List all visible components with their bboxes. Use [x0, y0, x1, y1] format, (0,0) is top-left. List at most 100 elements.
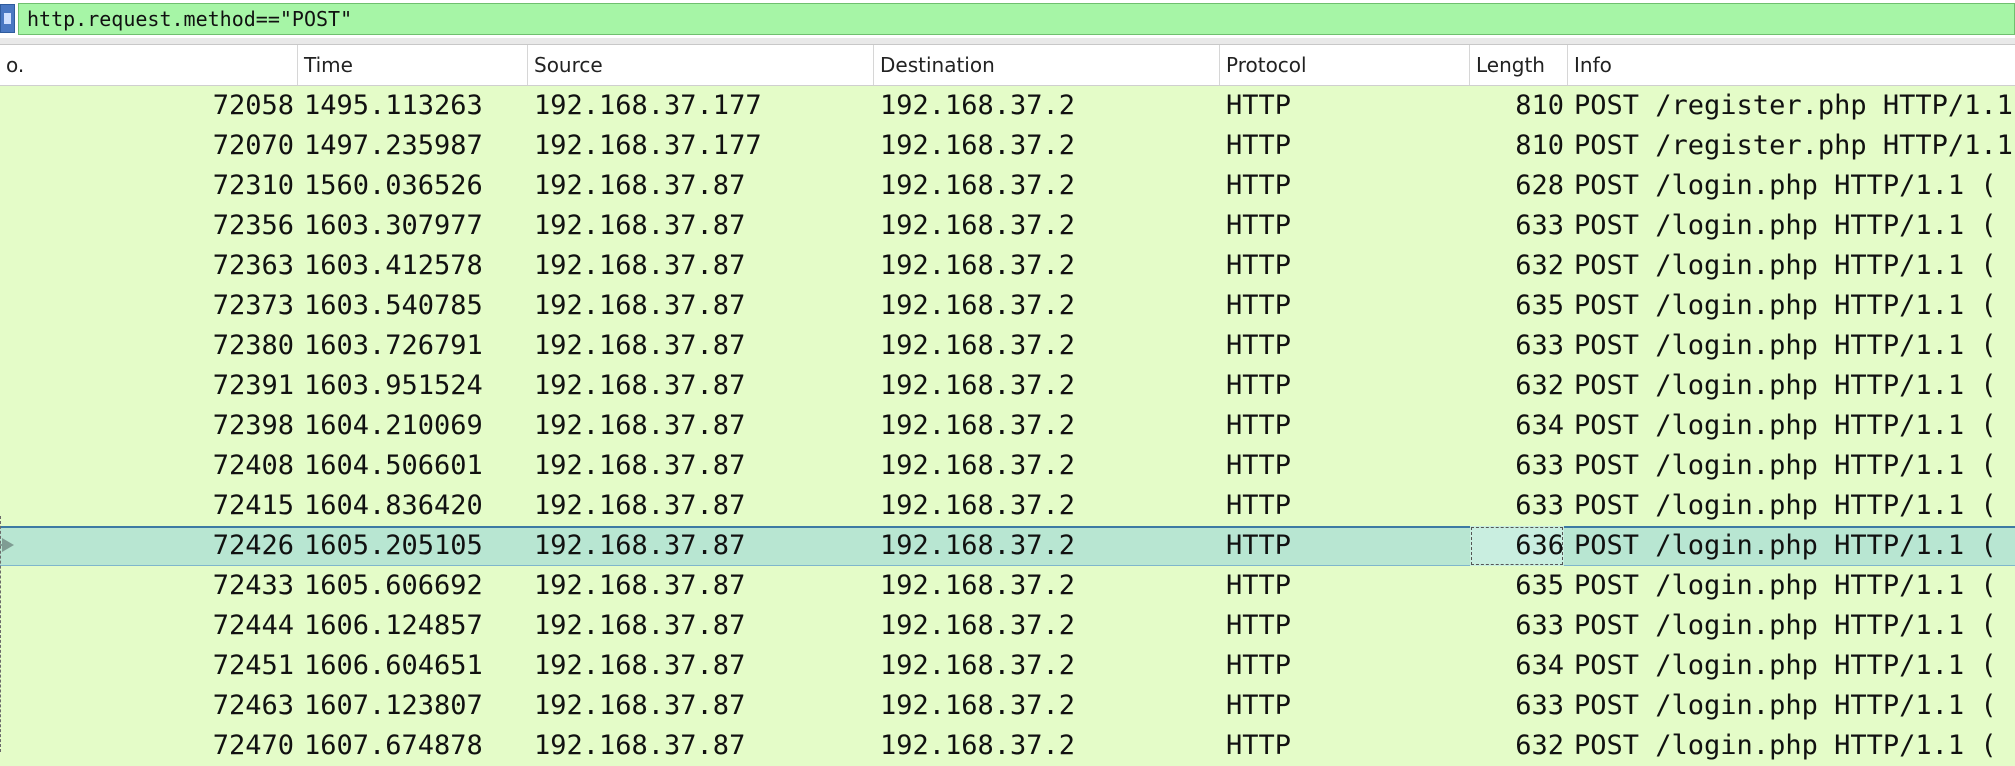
packet-number: 72415 [212, 490, 294, 521]
packet-row[interactable]: 72058 1495.113263 192.168.37.177 192.168.37… [0, 86, 2015, 126]
packet-destination: 192.168.37.2 [880, 330, 1076, 361]
packet-source: 192.168.37.87 [534, 690, 746, 721]
packet-time: 1497.235987 [304, 130, 483, 161]
packet-number: 72356 [212, 210, 294, 241]
packet-row[interactable]: 72391 1603.951524 192.168.37.87 192.168.37.… [0, 366, 2015, 406]
packet-protocol: HTTP [1226, 90, 1292, 121]
packet-protocol: HTTP [1226, 450, 1292, 481]
packet-source: 192.168.37.87 [534, 170, 746, 201]
packet-row[interactable]: 72426 1605.205105 192.168.37.87 192.168.37.… [0, 526, 2015, 566]
packet-time: 1605.205105 [304, 530, 483, 561]
display-filter-input[interactable]: http.request.method=="POST" [18, 3, 2015, 35]
packet-source: 192.168.37.87 [534, 530, 746, 561]
packet-length: 633 [1515, 450, 1564, 481]
packet-destination: 192.168.37.2 [880, 490, 1076, 521]
packet-row[interactable]: 72444 1606.124857 192.168.37.87 192.168.37.… [0, 606, 2015, 646]
packet-source: 192.168.37.87 [534, 450, 746, 481]
column-header-length[interactable]: Length [1470, 45, 1568, 85]
packet-protocol: HTTP [1226, 610, 1292, 641]
packet-time: 1495.113263 [304, 90, 483, 121]
packet-destination: 192.168.37.2 [880, 130, 1076, 161]
bookmark-icon[interactable] [0, 4, 15, 33]
packet-number: 72408 [212, 450, 294, 481]
packet-row[interactable]: 72380 1603.726791 192.168.37.87 192.168.37.… [0, 326, 2015, 366]
packet-length: 810 [1515, 90, 1564, 121]
packet-info: POST /login.php HTTP/1.1 ( [1574, 570, 1997, 601]
packet-number: 72391 [212, 370, 294, 401]
packet-info: POST /register.php HTTP/1.1 [1574, 90, 2013, 121]
packet-number: 72363 [212, 250, 294, 281]
packet-destination: 192.168.37.2 [880, 690, 1076, 721]
packet-protocol: HTTP [1226, 170, 1292, 201]
packet-destination: 192.168.37.2 [880, 570, 1076, 601]
packet-length: 632 [1515, 370, 1564, 401]
packet-number: 72426 [212, 530, 294, 561]
packet-row[interactable]: 72433 1605.606692 192.168.37.87 192.168.37.… [0, 566, 2015, 606]
packet-source: 192.168.37.87 [534, 490, 746, 521]
packet-time: 1606.604651 [304, 650, 483, 681]
packet-length: 633 [1515, 610, 1564, 641]
packet-time: 1606.124857 [304, 610, 483, 641]
packet-protocol: HTTP [1226, 130, 1292, 161]
packet-protocol: HTTP [1226, 250, 1292, 281]
column-header-no[interactable]: o. [0, 45, 298, 85]
packet-row[interactable]: 72398 1604.210069 192.168.37.87 192.168.37.… [0, 406, 2015, 446]
packet-length: 810 [1515, 130, 1564, 161]
packet-list-header: o. Time Source Destination Protocol Leng… [0, 45, 2015, 86]
packet-info: POST /login.php HTTP/1.1 ( [1574, 530, 1997, 561]
packet-row[interactable]: 72356 1603.307977 192.168.37.87 192.168.37.… [0, 206, 2015, 246]
column-header-info[interactable]: Info [1568, 45, 2015, 85]
packet-source: 192.168.37.87 [534, 410, 746, 441]
packet-protocol: HTTP [1226, 410, 1292, 441]
packet-info: POST /login.php HTTP/1.1 ( [1574, 290, 1997, 321]
packet-number: 72380 [212, 330, 294, 361]
packet-time: 1603.951524 [304, 370, 483, 401]
packet-row[interactable]: 72310 1560.036526 192.168.37.87 192.168.37.… [0, 166, 2015, 206]
packet-info: POST /login.php HTTP/1.1 ( [1574, 650, 1997, 681]
packet-row[interactable]: 72408 1604.506601 192.168.37.87 192.168.37.… [0, 446, 2015, 486]
packet-row[interactable]: 72451 1606.604651 192.168.37.87 192.168.37.… [0, 646, 2015, 686]
packet-destination: 192.168.37.2 [880, 450, 1076, 481]
packet-protocol: HTTP [1226, 730, 1292, 761]
packet-length: 633 [1515, 210, 1564, 241]
column-header-time[interactable]: Time [298, 45, 528, 85]
packet-info: POST /login.php HTTP/1.1 ( [1574, 610, 1997, 641]
packet-length: 634 [1515, 410, 1564, 441]
packet-destination: 192.168.37.2 [880, 210, 1076, 241]
packet-protocol: HTTP [1226, 210, 1292, 241]
packet-length: 635 [1515, 290, 1564, 321]
packet-row[interactable]: 72470 1607.674878 192.168.37.87 192.168.37.… [0, 726, 2015, 766]
packet-source: 192.168.37.177 [534, 90, 762, 121]
packet-row[interactable]: 72463 1607.123807 192.168.37.87 192.168.37.… [0, 686, 2015, 726]
packet-number: 72310 [212, 170, 294, 201]
packet-length: 633 [1515, 690, 1564, 721]
related-packet-indicator [0, 516, 3, 752]
column-header-protocol[interactable]: Protocol [1220, 45, 1470, 85]
packet-protocol: HTTP [1226, 570, 1292, 601]
packet-length: 635 [1515, 570, 1564, 601]
packet-destination: 192.168.37.2 [880, 730, 1076, 761]
column-header-destination[interactable]: Destination [874, 45, 1220, 85]
packet-source: 192.168.37.87 [534, 570, 746, 601]
packet-time: 1604.836420 [304, 490, 483, 521]
packet-protocol: HTTP [1226, 370, 1292, 401]
packet-destination: 192.168.37.2 [880, 610, 1076, 641]
packet-row[interactable]: 72363 1603.412578 192.168.37.87 192.168.37.… [0, 246, 2015, 286]
packet-info: POST /login.php HTTP/1.1 ( [1574, 410, 1997, 441]
packet-number: 72070 [212, 130, 294, 161]
packet-source: 192.168.37.87 [534, 730, 746, 761]
column-header-source[interactable]: Source [528, 45, 874, 85]
packet-source: 192.168.37.177 [534, 130, 762, 161]
packet-row[interactable]: 72070 1497.235987 192.168.37.177 192.168.37… [0, 126, 2015, 166]
packet-row[interactable]: 72415 1604.836420 192.168.37.87 192.168.37.… [0, 486, 2015, 526]
packet-source: 192.168.37.87 [534, 650, 746, 681]
packet-row[interactable]: 72373 1603.540785 192.168.37.87 192.168.37.… [0, 286, 2015, 326]
packet-info: POST /login.php HTTP/1.1 ( [1574, 330, 1997, 361]
packet-destination: 192.168.37.2 [880, 250, 1076, 281]
packet-info: POST /login.php HTTP/1.1 ( [1574, 250, 1997, 281]
packet-info: POST /register.php HTTP/1.1 [1574, 130, 2013, 161]
packet-source: 192.168.37.87 [534, 290, 746, 321]
packet-time: 1603.726791 [304, 330, 483, 361]
packet-protocol: HTTP [1226, 290, 1292, 321]
packet-protocol: HTTP [1226, 490, 1292, 521]
